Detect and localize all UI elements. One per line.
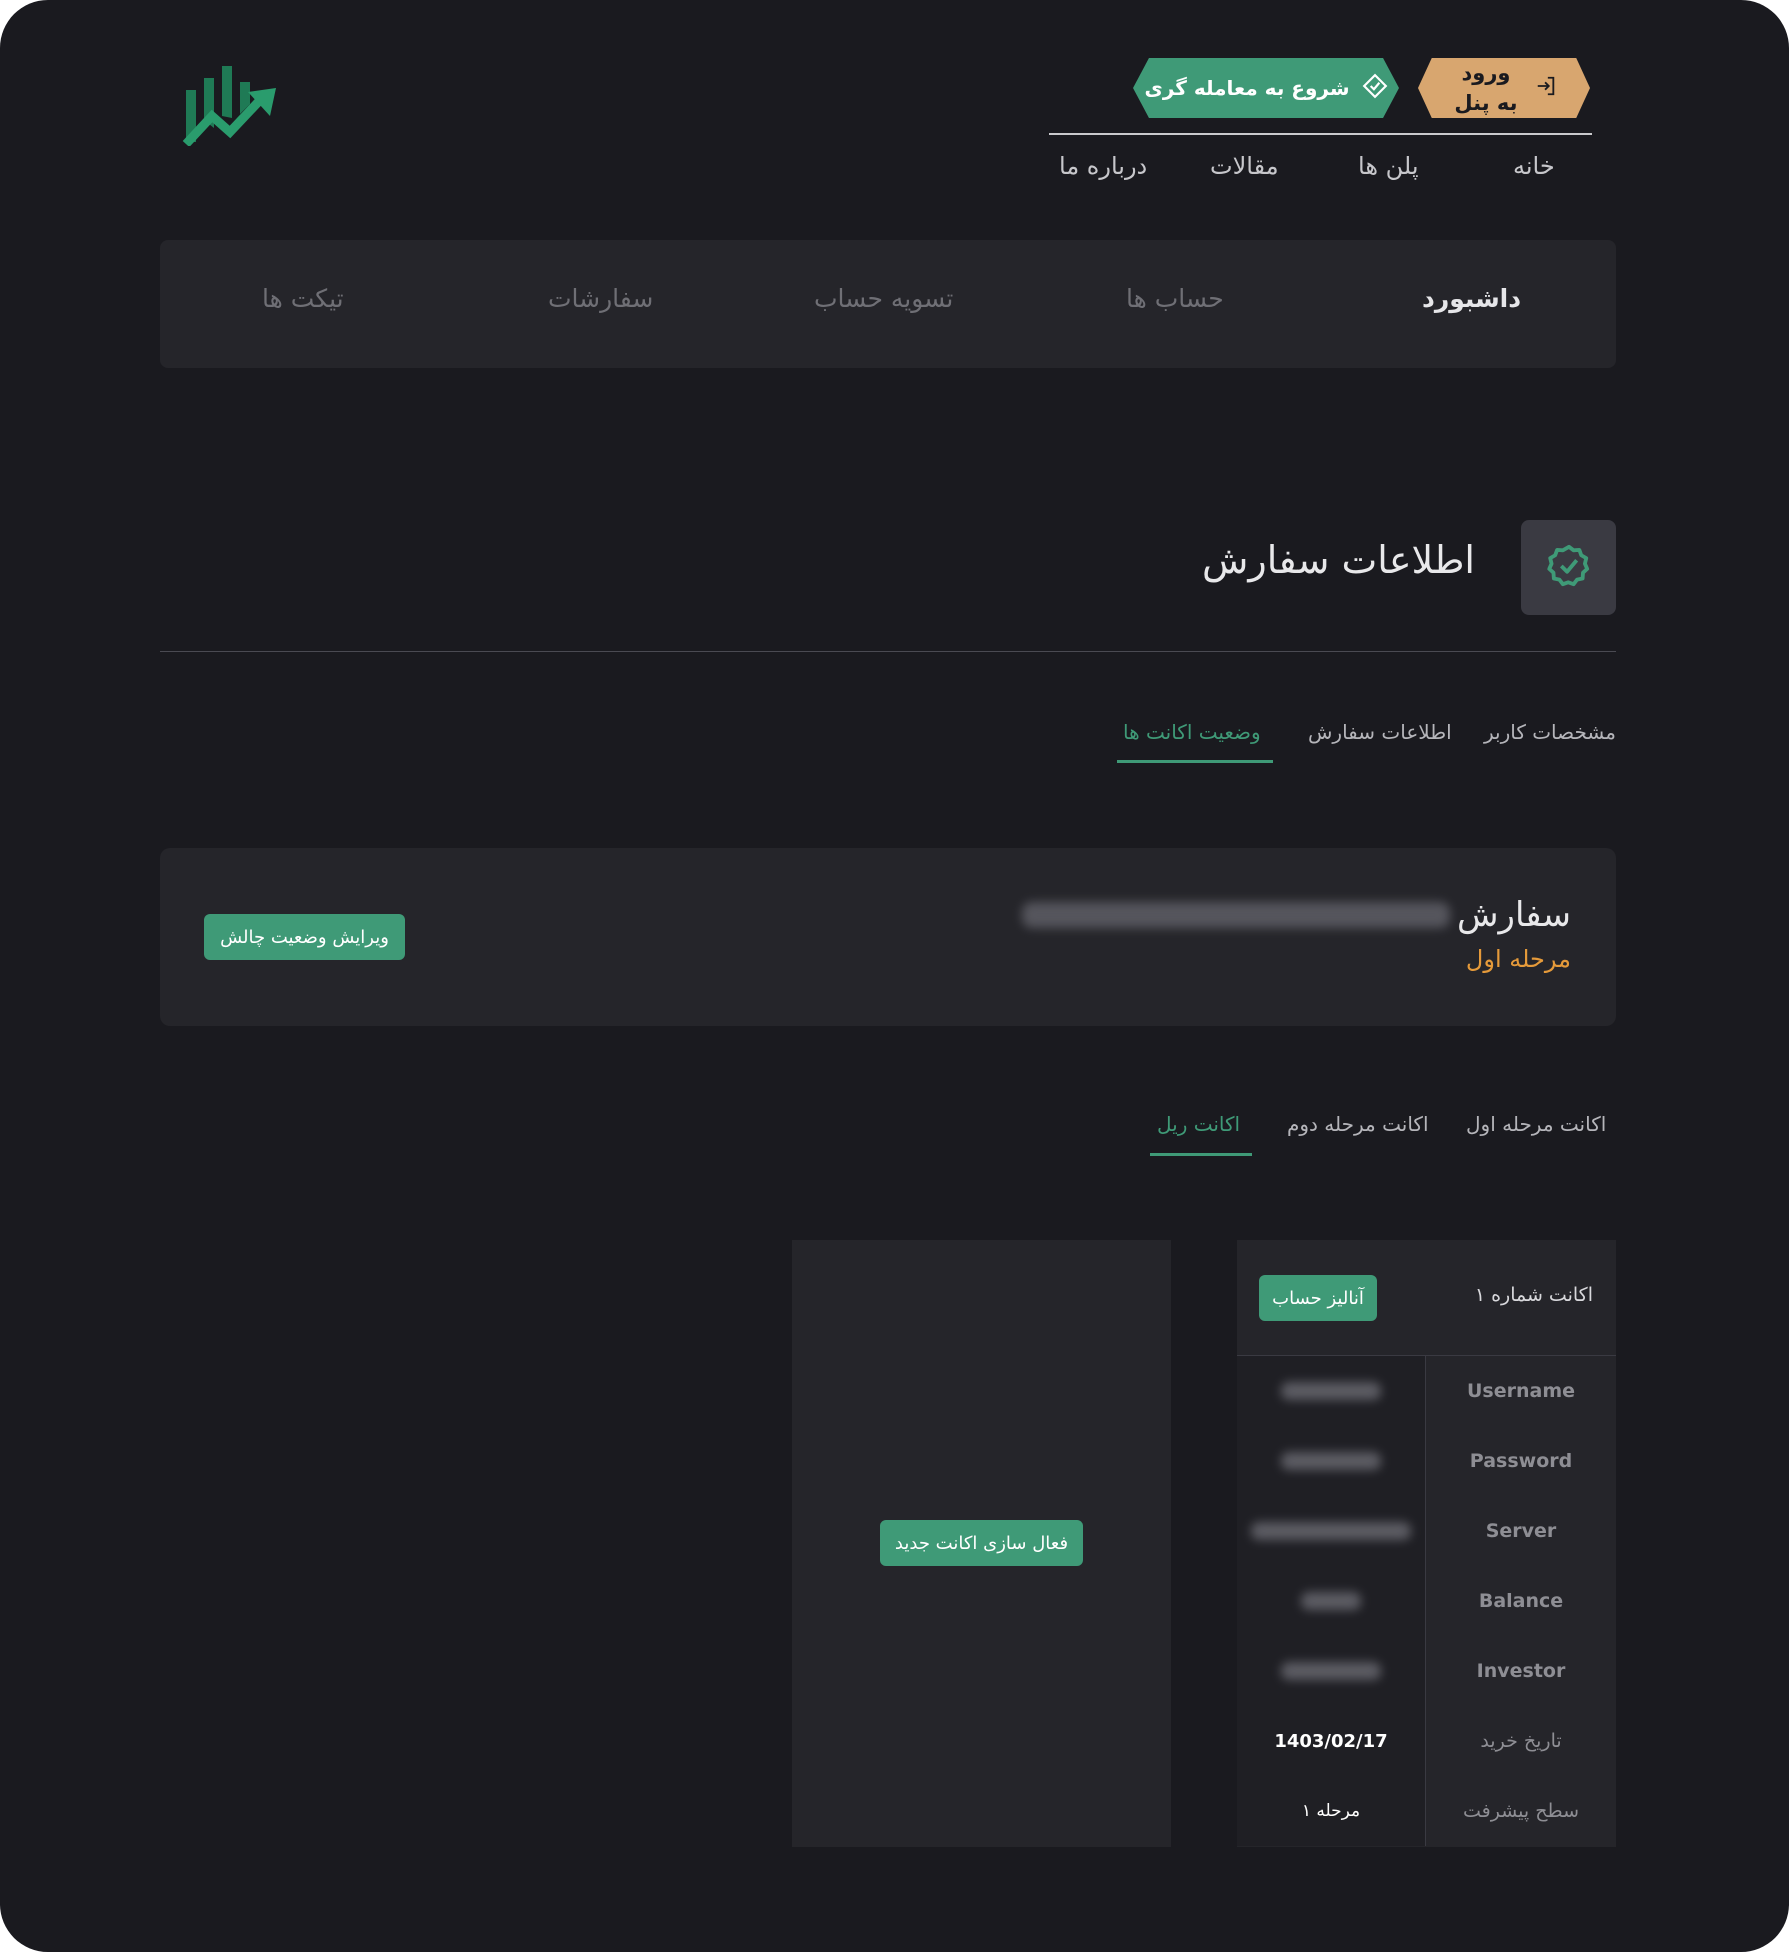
- app-frame: ورود به پنل شروع به معامله گری خانه پلن …: [0, 0, 1789, 1952]
- username-label: Username: [1426, 1356, 1616, 1426]
- progress-level-value: مرحله ۱: [1301, 1801, 1361, 1821]
- order-stage: مرحله اول: [1465, 945, 1571, 973]
- server-value: [1237, 1496, 1426, 1566]
- password-value: [1237, 1426, 1426, 1496]
- header-divider: [1049, 133, 1592, 135]
- account-title: اکانت شماره ۱: [1474, 1284, 1593, 1306]
- table-row: Balance: [1237, 1566, 1616, 1636]
- purchase-date-label: تاریخ خرید: [1426, 1706, 1616, 1776]
- investor-value: [1237, 1636, 1426, 1706]
- dashnav-settlement[interactable]: تسویه حساب: [814, 284, 953, 313]
- tab-phase-two-account[interactable]: اکانت مرحله دوم: [1287, 1112, 1429, 1136]
- account-tab-active-indicator: [1150, 1153, 1252, 1156]
- login-panel-button[interactable]: ورود به پنل: [1418, 58, 1590, 118]
- table-row: Investor: [1237, 1636, 1616, 1706]
- dashnav-orders[interactable]: سفارشات: [548, 284, 653, 313]
- balance-redacted: [1301, 1592, 1361, 1610]
- table-row: 1403/02/17 تاریخ خرید: [1237, 1706, 1616, 1776]
- verified-badge-icon: [1546, 543, 1592, 593]
- table-row: Username: [1237, 1356, 1616, 1426]
- username-redacted: [1281, 1382, 1381, 1400]
- table-row: Password: [1237, 1426, 1616, 1496]
- server-redacted: [1251, 1522, 1411, 1540]
- nav-home[interactable]: خانه: [1513, 152, 1555, 192]
- password-redacted: [1281, 1452, 1381, 1470]
- start-trading-button[interactable]: شروع به معامله گری: [1133, 58, 1399, 118]
- tab-phase-one-account[interactable]: اکانت مرحله اول: [1466, 1112, 1606, 1136]
- order-title: سفارش: [1457, 895, 1571, 935]
- dashnav-accounts[interactable]: حساب ها: [1126, 284, 1224, 313]
- password-label: Password: [1426, 1426, 1616, 1496]
- balance-label: Balance: [1426, 1566, 1616, 1636]
- progress-level-cell: مرحله ۱: [1237, 1776, 1426, 1846]
- purchase-date-cell: 1403/02/17: [1237, 1706, 1426, 1776]
- login-panel-label: ورود به پنل: [1454, 61, 1518, 115]
- brand-logo[interactable]: [182, 58, 282, 148]
- balance-value: [1237, 1566, 1426, 1636]
- edit-challenge-status-button[interactable]: ویرایش وضعیت چالش: [204, 914, 405, 960]
- dashnav-dashboard[interactable]: داشبورد: [1422, 284, 1521, 313]
- investor-label: Investor: [1426, 1636, 1616, 1706]
- tab-real-account[interactable]: اکانت ریل: [1157, 1112, 1240, 1136]
- activate-new-account-button[interactable]: فعال سازی اکانت جدید: [880, 1520, 1083, 1566]
- investor-redacted: [1281, 1662, 1381, 1680]
- order-id-redacted: [1022, 902, 1450, 928]
- tab-active-indicator: [1117, 760, 1273, 763]
- page-title: اطلاعات سفارش: [1202, 538, 1475, 582]
- diamond-tag-icon: [1362, 73, 1388, 104]
- tab-order-info[interactable]: اطلاعات سفارش: [1308, 720, 1452, 744]
- nav-plans[interactable]: پلن ها: [1358, 152, 1419, 192]
- nav-articles[interactable]: مقالات: [1210, 152, 1279, 192]
- tab-accounts-status[interactable]: وضعیت اکانت ها: [1123, 720, 1261, 744]
- login-icon: [1535, 75, 1557, 102]
- start-trading-label: شروع به معامله گری: [1144, 76, 1350, 100]
- progress-level-label: سطح پیشرفت: [1426, 1776, 1616, 1846]
- server-label: Server: [1426, 1496, 1616, 1566]
- table-row: Server: [1237, 1496, 1616, 1566]
- tab-user-details[interactable]: مشخصات کاربر: [1484, 720, 1616, 744]
- title-divider: [160, 651, 1616, 652]
- analyze-account-button[interactable]: آنالیز حساب: [1259, 1275, 1377, 1321]
- nav-about[interactable]: درباره ما: [1059, 152, 1147, 192]
- username-value: [1237, 1356, 1426, 1426]
- dashnav-tickets[interactable]: تیکت ها: [262, 284, 344, 313]
- dashboard-nav: داشبورد حساب ها تسویه حساب سفارشات تیکت …: [160, 240, 1616, 368]
- table-row: مرحله ۱ سطح پیشرفت: [1237, 1776, 1616, 1846]
- purchase-date-value: 1403/02/17: [1274, 1730, 1388, 1752]
- verified-badge-box: [1521, 520, 1616, 615]
